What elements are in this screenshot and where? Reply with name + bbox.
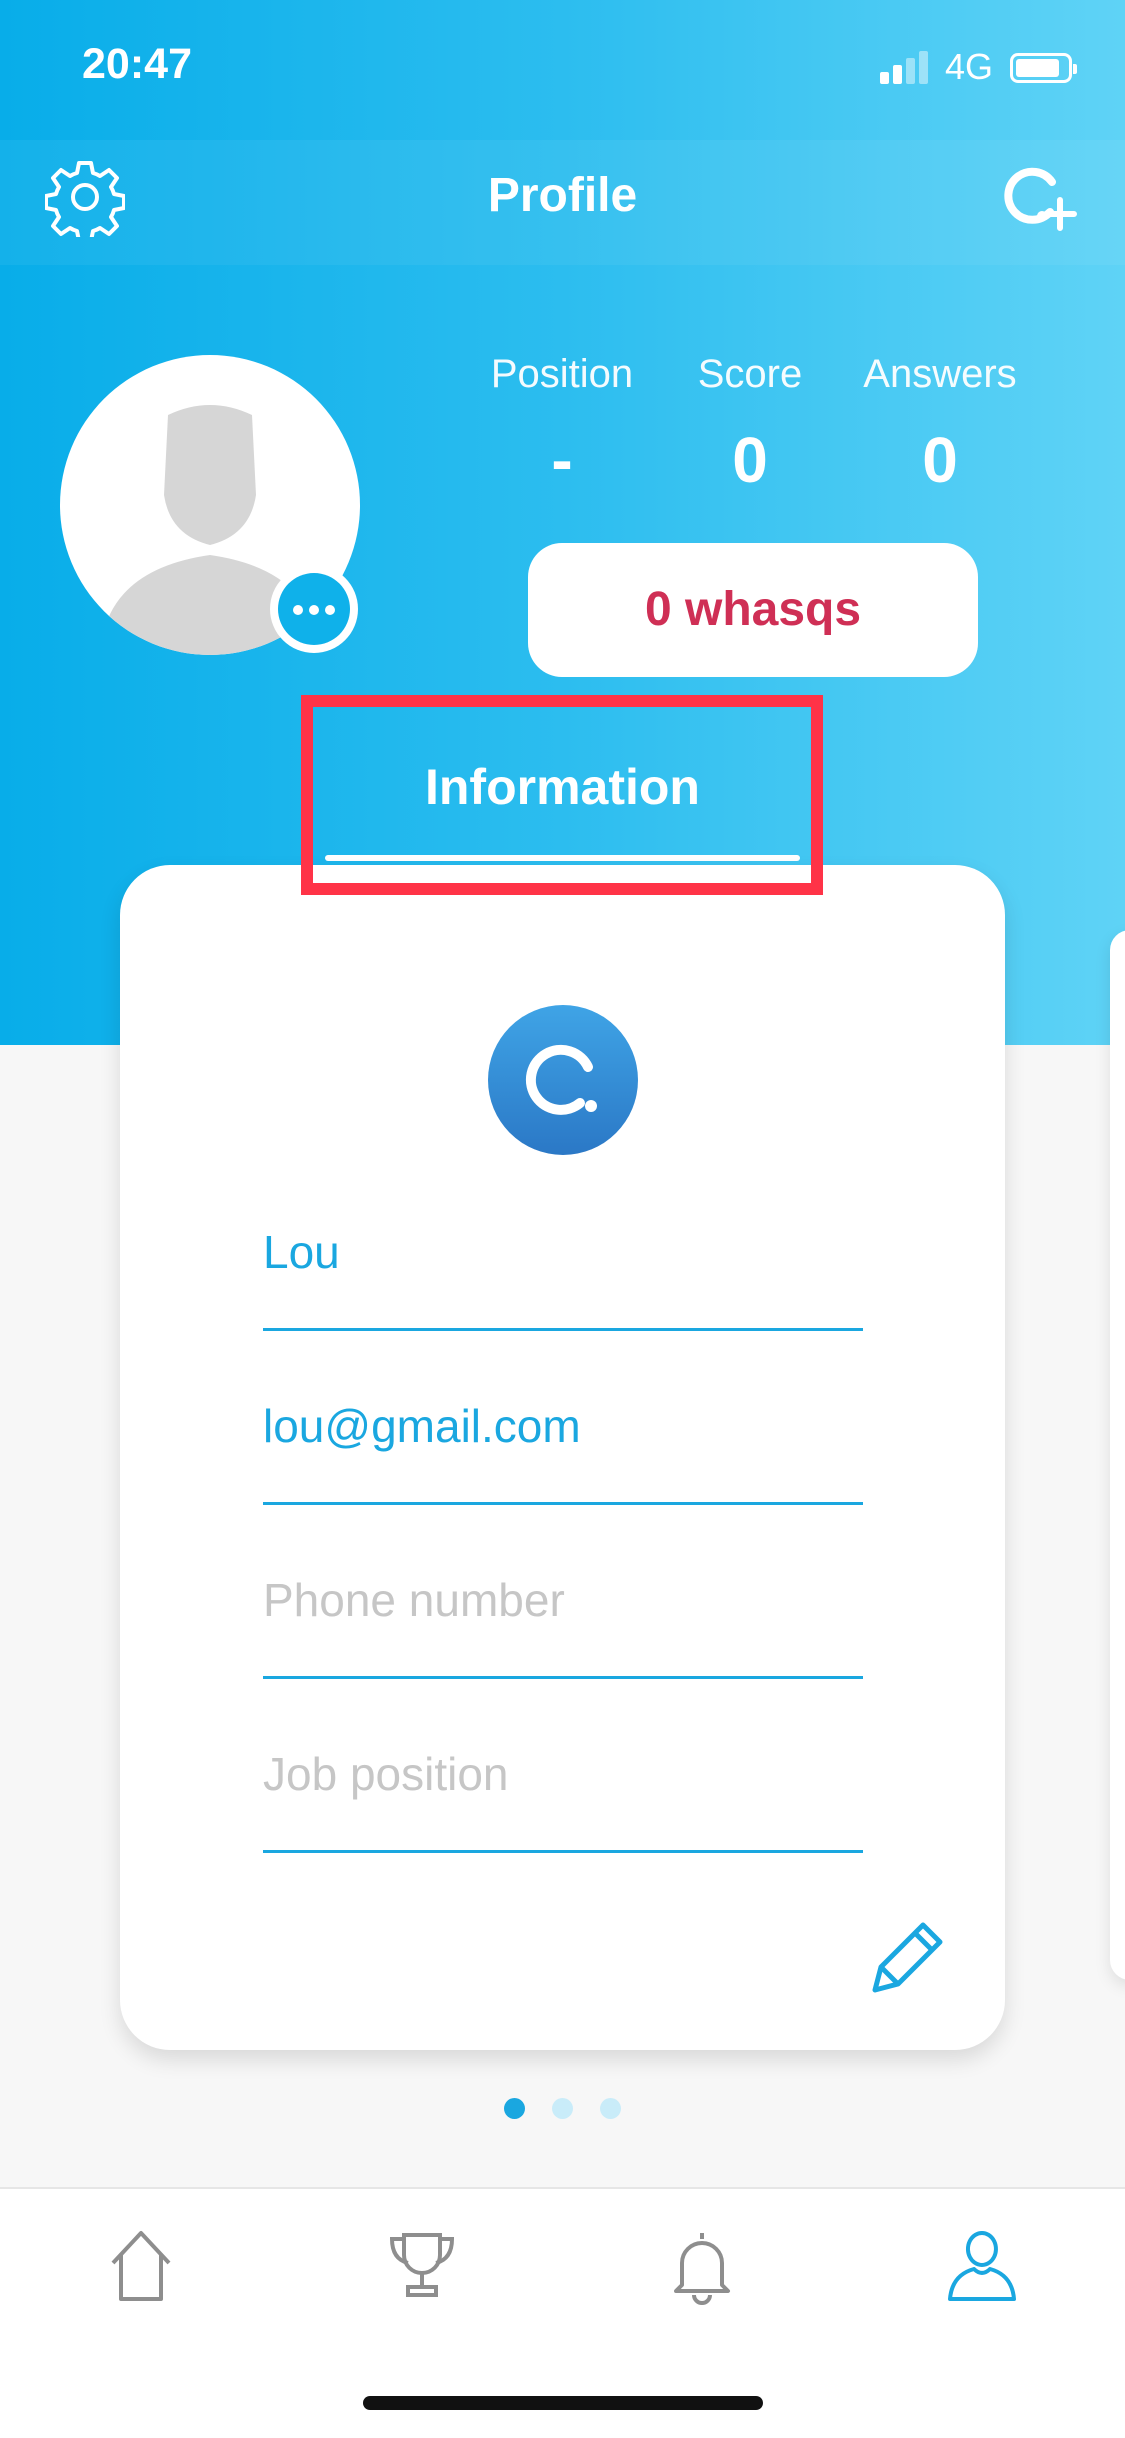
email-field-underline <box>263 1502 863 1505</box>
stat-position-label: Position <box>490 352 634 396</box>
phone-field-underline <box>263 1676 863 1679</box>
bell-icon[interactable] <box>664 2225 740 2305</box>
whasqs-button[interactable]: 0 whasqs <box>528 543 978 677</box>
user-icon[interactable] <box>944 2225 1020 2305</box>
job-position-field-underline <box>263 1850 863 1853</box>
home-indicator[interactable] <box>363 2396 763 2410</box>
highlight-box <box>301 695 823 895</box>
stat-position: Position - <box>457 352 667 497</box>
stat-score-label: Score <box>697 352 803 396</box>
page-dot-active[interactable] <box>504 2098 525 2119</box>
stat-answers: Answers 0 <box>835 352 1045 497</box>
page-dot[interactable] <box>600 2098 621 2119</box>
stat-answers-value: 0 <box>922 424 958 496</box>
network-type: 4G <box>945 46 994 87</box>
stat-score-value: 0 <box>732 424 768 496</box>
job-position-field-placeholder[interactable]: Job position <box>263 1747 509 1801</box>
home-icon[interactable] <box>103 2225 179 2305</box>
pencil-icon[interactable] <box>865 1915 950 2000</box>
more-dots-icon[interactable] <box>270 565 358 653</box>
status-time: 20:47 <box>82 40 192 88</box>
next-card-peek[interactable] <box>1110 930 1125 1980</box>
page-title: Profile <box>487 169 638 222</box>
add-question-icon[interactable] <box>998 162 1078 238</box>
name-field-underline <box>263 1328 863 1331</box>
phone-field-placeholder[interactable]: Phone number <box>263 1573 565 1627</box>
email-field-value[interactable]: lou@gmail.com <box>263 1399 581 1453</box>
whasq-logo-icon <box>488 1005 638 1155</box>
stat-answers-label: Answers <box>863 352 1017 396</box>
signal-strength-icon <box>880 48 932 84</box>
name-field-value[interactable]: Lou <box>263 1225 340 1279</box>
battery-icon <box>1010 53 1077 83</box>
trophy-icon[interactable] <box>384 2225 460 2305</box>
stat-position-value: - <box>551 424 573 496</box>
stat-score: Score 0 <box>645 352 855 497</box>
page-dot[interactable] <box>552 2098 573 2119</box>
